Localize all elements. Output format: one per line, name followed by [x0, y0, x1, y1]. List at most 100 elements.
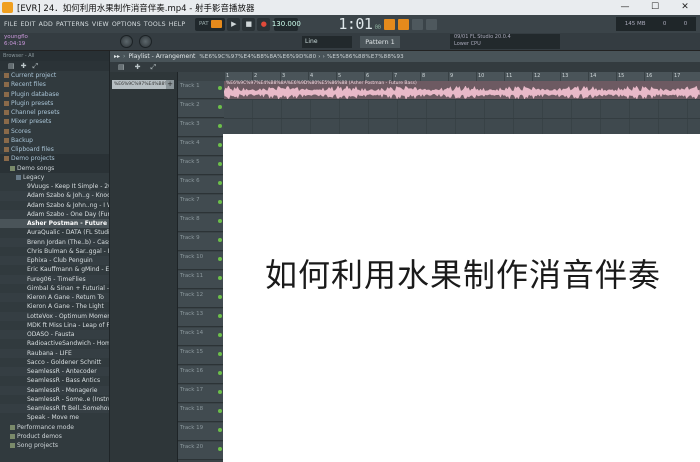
menu-patterns[interactable]: PATTERNS — [56, 21, 89, 28]
browser-item[interactable]: Brenn Jordan (The..b) - Cassette Cafe — [0, 237, 109, 247]
track-mute-led[interactable] — [218, 409, 222, 413]
browser-item[interactable]: Performance mode — [0, 423, 109, 432]
track-mute-led[interactable] — [218, 371, 222, 375]
menu-add[interactable]: ADD — [39, 21, 53, 28]
stop-button[interactable]: ■ — [242, 17, 256, 31]
track-mute-led[interactable] — [218, 390, 222, 394]
pl-move-icon[interactable]: ⤢ — [151, 62, 157, 72]
menu-edit[interactable]: EDIT — [21, 21, 36, 28]
track-header[interactable]: Track 18 — [178, 404, 224, 422]
snap-line-select[interactable]: Line — [302, 35, 352, 48]
pl-add-icon[interactable]: ✚ — [135, 62, 141, 72]
track-header[interactable]: Track 7 — [178, 195, 224, 213]
browser-item[interactable]: Legacy — [0, 173, 109, 182]
browser-item[interactable]: Adam Szabo & John..ng - I Wanna Be — [0, 201, 109, 210]
track-header[interactable]: Track 12 — [178, 290, 224, 308]
pattern-add-button[interactable]: + — [166, 80, 174, 89]
browser-item[interactable]: RadioactiveSandwich - Homunculus — [0, 339, 109, 348]
blend-notes-icon[interactable] — [411, 18, 423, 30]
browser-item[interactable]: Adam Szabo & Joh..g - Knock Me Out — [0, 191, 109, 201]
menu-view[interactable]: VIEW — [92, 21, 109, 28]
track-mute-led[interactable] — [218, 428, 222, 432]
track-header[interactable]: Track 6 — [178, 176, 224, 194]
track-mute-led[interactable] — [218, 105, 222, 109]
track-mute-led[interactable] — [218, 352, 222, 356]
browser-item[interactable]: Eric Kauffmann & gMind - Empirent — [0, 265, 109, 274]
track-mute-led[interactable] — [218, 162, 222, 166]
browser-item[interactable]: SeamlessR - Some..e (Instrumental) — [0, 395, 109, 404]
track-mute-led[interactable] — [218, 295, 222, 299]
track-header[interactable]: Track 19 — [178, 423, 224, 441]
track-header[interactable]: Track 8 — [178, 214, 224, 232]
browser-item[interactable]: Product demos — [0, 432, 109, 441]
menu-help[interactable]: HELP — [169, 21, 186, 28]
track-mute-led[interactable] — [218, 276, 222, 280]
browser-item[interactable]: SeamlessR ft Bell..Somehow (Vocal) — [0, 404, 109, 414]
track-header[interactable]: Track 13 — [178, 309, 224, 327]
menu-options[interactable]: OPTIONS — [112, 21, 141, 28]
browser-item[interactable]: SeamlessR - Bass Antics — [0, 376, 109, 385]
browser-item[interactable]: Asher Postman - Future Bass — [0, 219, 109, 229]
browser-item[interactable]: Gimbal & Sinan + Futurial - RawRL — [0, 284, 109, 293]
browser-expand-icon[interactable]: ✚ — [21, 61, 27, 71]
track-mute-led[interactable] — [218, 447, 222, 451]
browser-item[interactable]: Song projects — [0, 441, 109, 450]
browser-view-icon[interactable]: ▤ — [8, 61, 15, 71]
track-header[interactable]: Track 14 — [178, 328, 224, 346]
browser-item[interactable]: Plugin presets — [0, 99, 109, 108]
browser-item[interactable]: Recent files — [0, 80, 109, 89]
browser-item[interactable]: 9Vuugs - Keep It Simple - 2015 — [0, 182, 109, 191]
browser-item[interactable]: Chris Bulman & Sar..ggal - No Escape — [0, 247, 109, 256]
pattern-clip-item[interactable]: %E6%9C%97%E4%B8%8A%E6%9D — [112, 80, 166, 89]
browser-item[interactable]: Demo projects — [0, 154, 109, 164]
browser-item[interactable]: Clipboard files — [0, 145, 109, 154]
track-mute-led[interactable] — [218, 238, 222, 242]
pl-view-icon[interactable]: ▤ — [118, 62, 125, 72]
record-button[interactable]: ● — [257, 17, 271, 31]
menu-file[interactable]: FILE — [4, 21, 18, 28]
play-button[interactable]: ▶ — [227, 17, 241, 31]
browser-item[interactable]: MDK ft Miss Lina - Leap of Faith — [0, 321, 109, 330]
track-mute-led[interactable] — [218, 181, 222, 185]
track-header[interactable]: Track 9 — [178, 233, 224, 251]
countdown-icon[interactable] — [397, 18, 409, 30]
browser-item[interactable]: Kieron A Gane - Return To — [0, 293, 109, 303]
audio-clip[interactable]: %E6%9C%97%E4%B8%8A%E6%9D%80%E5%86%88 (As… — [224, 81, 700, 99]
track-header[interactable]: Track 17 — [178, 385, 224, 403]
browser-item[interactable]: Backup — [0, 136, 109, 145]
tempo-display[interactable]: 130.000 — [272, 17, 301, 31]
pattern-selector[interactable]: Pattern 1 — [360, 35, 400, 48]
metronome-icon[interactable] — [383, 18, 395, 30]
browser-item[interactable]: Ephixa - Club Penguin — [0, 256, 109, 266]
loop-record-icon[interactable] — [425, 18, 437, 30]
master-volume-knob[interactable] — [120, 35, 133, 48]
browser-link-icon[interactable]: ⤢ — [33, 61, 39, 71]
track-header[interactable]: Track 2 — [178, 100, 224, 118]
browser-item[interactable]: Kieron A Gane - The Light — [0, 302, 109, 311]
browser-item[interactable]: Raubana - LIFE — [0, 348, 109, 358]
track-mute-led[interactable] — [218, 86, 222, 90]
browser-item[interactable]: AuraQualic - DATA (FL Studio Remix) — [0, 228, 109, 237]
playlist-menu-icon[interactable]: ▸▸ — [114, 53, 120, 60]
track-header[interactable]: Track 10 — [178, 252, 224, 270]
browser-item[interactable]: Demo songs — [0, 163, 109, 173]
timeline-ruler[interactable]: 1 2 3 4 5 6 7 8 9 10 11 12 13 14 15 16 17 — [224, 72, 700, 81]
track-header[interactable]: Track 15 — [178, 347, 224, 365]
browser-item[interactable]: Fureg06 - TimeFlies — [0, 274, 109, 284]
browser-item[interactable]: SeamlessR - Antecoder — [0, 367, 109, 377]
track-header[interactable]: Track 11 — [178, 271, 224, 289]
master-pitch-knob[interactable] — [139, 35, 152, 48]
pattern-song-toggle[interactable]: PAT — [195, 17, 226, 31]
track-header[interactable]: Track 5 — [178, 157, 224, 175]
track-header[interactable]: Track 16 — [178, 366, 224, 384]
maximize-button[interactable]: ☐ — [640, 0, 670, 15]
track-header[interactable]: Track 3 — [178, 119, 224, 137]
browser-item[interactable]: Scores — [0, 127, 109, 136]
browser-item[interactable]: Current project — [0, 71, 109, 80]
track-mute-led[interactable] — [218, 257, 222, 261]
track-mute-led[interactable] — [218, 314, 222, 318]
track-header[interactable]: Track 4 — [178, 138, 224, 156]
track-mute-led[interactable] — [218, 143, 222, 147]
browser-item[interactable]: Channel presets — [0, 108, 109, 117]
menu-tools[interactable]: TOOLS — [144, 21, 166, 28]
